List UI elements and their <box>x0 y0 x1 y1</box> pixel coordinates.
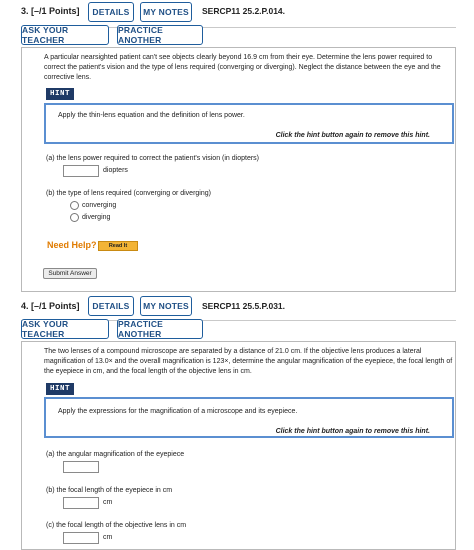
q3-problem-text: A particular nearsighted patient can't s… <box>44 54 441 81</box>
q4-part-b-input[interactable] <box>63 497 99 509</box>
q4-part-c-unit: cm <box>103 534 113 541</box>
q3-hint-remove-text: Click the hint button again to remove th… <box>275 132 430 139</box>
q3-hint-button[interactable]: HINT <box>46 88 75 100</box>
q4-my-notes-button[interactable]: MY NOTES <box>140 296 192 316</box>
q4-part-c-label: (c) the focal length of the objective le… <box>46 522 187 529</box>
q4-practice-another-button[interactable]: PRACTICE ANOTHER <box>117 319 203 339</box>
q3-number-points: 3. [–/1 Points] <box>21 6 80 16</box>
q3-diverging-radio[interactable] <box>70 213 79 222</box>
q4-ask-teacher-button[interactable]: ASK YOUR TEACHER <box>21 319 109 339</box>
q3-code: SERCP11 25.2.P.014. <box>202 6 286 16</box>
q4-part-a-input[interactable] <box>63 461 99 473</box>
q4-part-b-label: (b) the focal length of the eyepiece in … <box>46 487 173 494</box>
q3-details-button[interactable]: DETAILS <box>88 2 134 22</box>
q3-hint-text: Apply the thin-lens equation and the def… <box>58 112 245 119</box>
q4-hint-text: Apply the expressions for the magnificat… <box>58 408 298 415</box>
q3-part-a-unit: diopters <box>103 167 128 174</box>
q4-part-c-input[interactable] <box>63 532 99 544</box>
q3-read-it-button[interactable]: Read It <box>98 241 138 251</box>
q3-part-b-label: (b) the type of lens required (convergin… <box>46 190 211 197</box>
q3-need-help-text: Need Help? <box>47 240 97 250</box>
q3-my-notes-button[interactable]: MY NOTES <box>140 2 192 22</box>
q4-part-b-unit: cm <box>103 499 113 506</box>
q3-converging-label: converging <box>82 202 117 209</box>
q3-converging-radio[interactable] <box>70 201 79 210</box>
q3-diverging-label: diverging <box>82 214 111 221</box>
q3-submit-answer-button[interactable]: Submit Answer <box>43 268 97 279</box>
q3-practice-another-button[interactable]: PRACTICE ANOTHER <box>117 25 203 45</box>
q3-part-a-input[interactable] <box>63 165 99 177</box>
q4-hint-remove-text: Click the hint button again to remove th… <box>275 428 430 435</box>
q4-number-points: 4. [–/1 Points] <box>21 301 80 311</box>
q3-part-a-label: (a) the lens power required to correct t… <box>46 155 259 162</box>
q4-details-button[interactable]: DETAILS <box>88 296 134 316</box>
q4-problem-text: The two lenses of a compound microscope … <box>44 348 453 375</box>
q4-code: SERCP11 25.5.P.031. <box>202 301 286 311</box>
q4-hint-button[interactable]: HINT <box>46 383 75 395</box>
q3-ask-teacher-button[interactable]: ASK YOUR TEACHER <box>21 25 109 45</box>
q4-part-a-label: (a) the angular magnification of the eye… <box>46 451 185 458</box>
